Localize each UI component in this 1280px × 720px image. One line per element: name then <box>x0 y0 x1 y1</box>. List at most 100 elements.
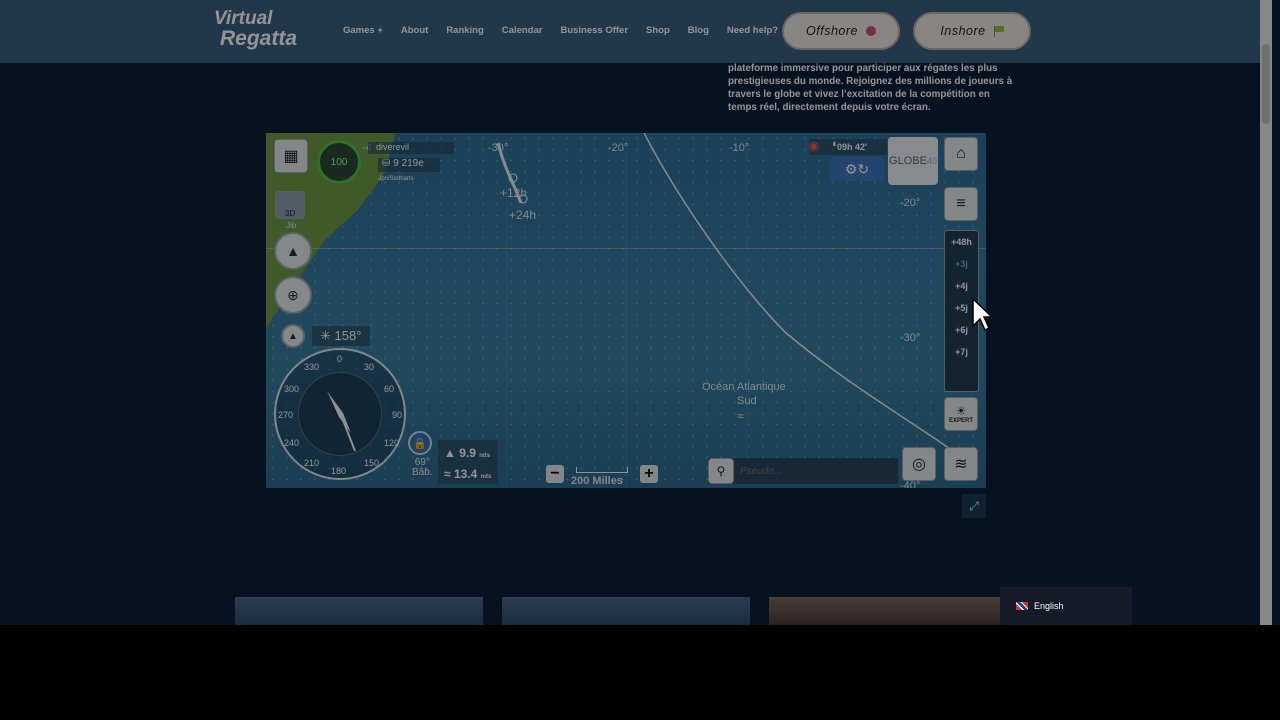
credits-display: ⛁ 9 219e <box>378 158 440 172</box>
scale-bar <box>576 467 628 473</box>
zoom-out-button[interactable]: − <box>546 465 564 483</box>
main-nav: Games + About Ranking Calendar Business … <box>343 25 796 36</box>
intro-text: plateforme immersive pour participer aux… <box>728 63 1013 113</box>
boat-speed-icon: ▲ <box>444 446 456 460</box>
shop-icon[interactable]: ▦ <box>274 139 308 173</box>
boat-speed: 9.9 <box>459 446 476 460</box>
lock-icon[interactable]: 🔒 <box>408 431 432 455</box>
wave-icon: ≈ <box>737 409 744 423</box>
timeline-7j[interactable]: +7j <box>945 341 978 363</box>
twa-display: 69° Bâb. <box>412 458 433 478</box>
ocean-label-line2: Sud <box>737 395 757 407</box>
article-card-1[interactable] <box>235 597 483 625</box>
compass-mark: 210 <box>304 458 320 468</box>
layers-icon[interactable]: ≡ <box>944 187 978 221</box>
timeline-4j[interactable]: +4j <box>945 275 978 297</box>
compass-mark: 330 <box>304 362 320 372</box>
lifebuoy-icon[interactable]: ◉ <box>808 138 819 154</box>
waypoint-button[interactable]: ⊕ <box>274 276 312 314</box>
route-label-24h: +24h <box>509 208 537 222</box>
speed-panel: ▲ 9.9 nds ≈ 13.4 nds <box>438 440 498 484</box>
article-card-3[interactable] <box>769 597 1017 625</box>
wind-icon: ≈ <box>444 467 451 481</box>
scrollbar[interactable] <box>1260 0 1272 625</box>
compass-mark: 120 <box>384 438 400 448</box>
home-icon[interactable]: ⌂ <box>944 137 978 171</box>
view-3d-button[interactable]: 3D <box>275 191 305 219</box>
nav-need-help[interactable]: Need help? <box>727 25 778 36</box>
compass-mark: 240 <box>284 438 300 448</box>
game-screenshot: -4 -30° -20° -10° -20° -30° -40° +12h +2… <box>266 133 986 488</box>
article-card-2[interactable] <box>502 597 750 625</box>
nav-shop[interactable]: Shop <box>646 25 670 36</box>
language-switcher[interactable]: English <box>1000 587 1132 625</box>
flag-icon <box>993 26 1004 37</box>
credits-suffix: e <box>418 158 424 169</box>
globe-icon <box>865 26 876 36</box>
logo[interactable]: Virtual Regatta <box>214 8 298 50</box>
sync-settings-button[interactable]: ⚙↻ <box>830 157 884 181</box>
search-bar: ⚲ <box>708 458 898 484</box>
timer-display: 09h 42' <box>809 139 887 155</box>
expert-button[interactable]: ☀ EXPERT <box>944 397 978 431</box>
logo-line1: Virtual <box>214 8 273 29</box>
compass-mark: 30 <box>364 362 375 372</box>
nav-games[interactable]: Games + <box>343 25 383 36</box>
scrollbar-thumb[interactable] <box>1262 44 1270 124</box>
heading-display: ✳ 158° <box>312 326 370 346</box>
timeline-48h[interactable]: +48h <box>945 231 978 253</box>
offshore-button[interactable]: Offshore <box>782 12 900 50</box>
site-header: Virtual Regatta Games + About Ranking Ca… <box>0 0 1260 63</box>
nav-blog[interactable]: Blog <box>688 25 709 36</box>
zoom-in-button[interactable]: + <box>640 465 658 483</box>
fullscreen-icon[interactable]: ⤢ <box>962 494 986 518</box>
compass-mark: 150 <box>364 458 380 468</box>
logo-line2: Regatta <box>220 27 298 50</box>
lightbulb-icon: ☀ <box>955 404 967 418</box>
route-label-12h: +12h <box>500 186 528 200</box>
compass-mark: 300 <box>284 384 300 394</box>
compass-mark: 0 <box>337 354 343 364</box>
uk-flag-icon <box>1016 602 1028 610</box>
nav-calendar[interactable]: Calendar <box>502 25 543 36</box>
autopilot-icon[interactable]: ▲ <box>281 324 305 348</box>
race-logo: GLOBE40 <box>888 137 938 185</box>
boat-speed-unit: nds <box>479 453 490 459</box>
clock-icon: ◐ <box>832 138 839 150</box>
coins-icon: ⛁ <box>382 158 391 169</box>
nav-business-offer[interactable]: Business Offer <box>560 25 628 36</box>
view-3d-label: 3D <box>284 209 296 218</box>
timeline-3j[interactable]: +3j <box>945 253 978 275</box>
pseudo-search-input[interactable] <box>740 465 890 477</box>
weather-layer-icon[interactable]: ≋ <box>944 447 978 481</box>
timer-value: 09h 42' <box>837 142 868 152</box>
nav-about[interactable]: About <box>401 25 428 36</box>
compass-mark: 90 <box>392 410 403 420</box>
sub-label: Jpn/Sodharts <box>378 176 414 182</box>
boat-direction-icon <box>327 391 356 452</box>
sail-selector-button[interactable]: ▲ <box>274 232 312 270</box>
compass-toggle-icon[interactable]: ◎ <box>902 447 936 481</box>
page-viewport: Virtual Regatta Games + About Ranking Ca… <box>0 0 1280 625</box>
race-logo-num: 40 <box>926 156 937 166</box>
search-icon[interactable]: ⚲ <box>708 458 734 484</box>
compass-mark: 270 <box>278 410 294 420</box>
nav-ranking[interactable]: Ranking <box>446 25 483 36</box>
ocean-label-line1: Océan Atlantique <box>702 381 786 393</box>
mouse-cursor-icon <box>972 298 992 332</box>
twa-side: Bâb. <box>412 467 433 478</box>
inshore-button[interactable]: Inshore <box>913 12 1031 50</box>
energy-value: 100 <box>330 156 348 168</box>
inshore-label: Inshore <box>940 24 986 38</box>
sail-label: Jib <box>286 221 297 230</box>
wind-rose-icon: ✳ <box>320 328 331 343</box>
wind-speed-unit: nds <box>480 474 492 480</box>
compass-mark: 180 <box>331 466 347 476</box>
wind-speed: 13.4 <box>453 467 478 481</box>
scale-label: 200 Milles <box>571 475 623 487</box>
offshore-label: Offshore <box>806 24 858 38</box>
heading-value: 158° <box>334 328 362 343</box>
compass-dial[interactable]: 0 30 60 90 120 150 180 210 240 270 300 3… <box>274 348 406 480</box>
language-label: English <box>1034 601 1064 611</box>
compass-mark: 60 <box>384 384 395 394</box>
